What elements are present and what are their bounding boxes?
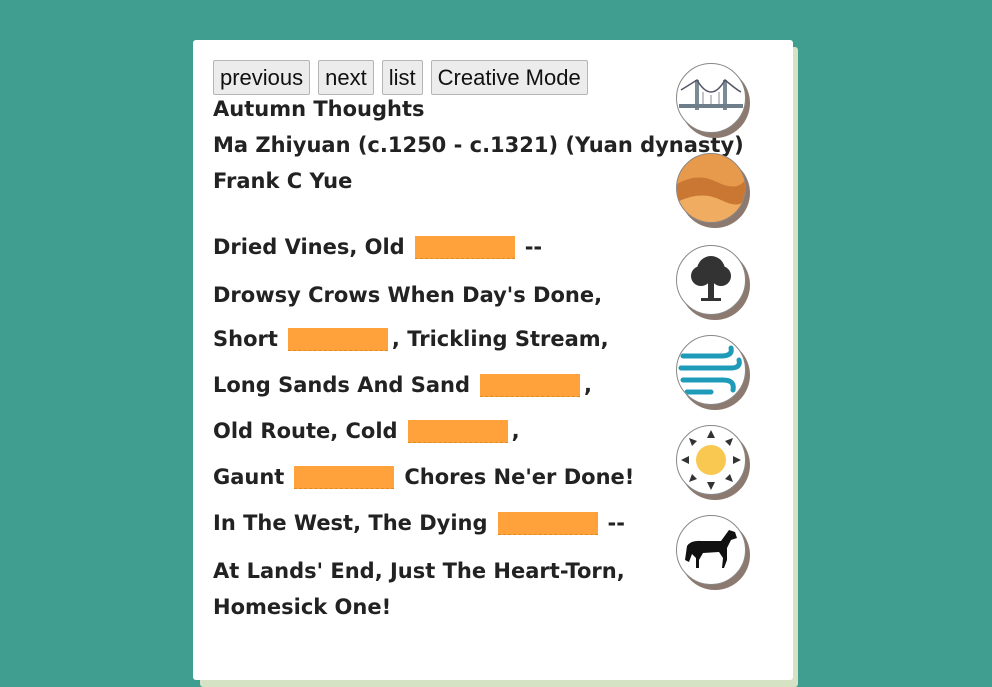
- poem-line-9: Homesick One!: [213, 595, 392, 619]
- next-button[interactable]: next: [318, 60, 374, 95]
- line-text: ,: [584, 373, 592, 397]
- poem-line-2: Drowsy Crows When Day's Done,: [213, 283, 603, 307]
- poem-line-4: Long Sands And Sand ,: [213, 373, 592, 397]
- answer-blank-6[interactable]: [497, 511, 598, 535]
- poem-line-7: In The West, The Dying --: [213, 511, 625, 535]
- line-text: Long Sands And Sand: [213, 373, 471, 397]
- poem-title: Autumn Thoughts: [213, 97, 425, 121]
- poem-author: Ma Zhiyuan (c.1250 - c.1321) (Yuan dynas…: [213, 133, 744, 157]
- line-text: In The West, The Dying: [213, 511, 488, 535]
- line-text: , Trickling Stream,: [391, 327, 609, 351]
- poem-line-8: At Lands' End, Just The Heart-Torn,: [213, 559, 625, 583]
- answer-blank-4[interactable]: [407, 419, 508, 443]
- list-button[interactable]: list: [381, 60, 423, 95]
- answer-blank-5[interactable]: [294, 465, 395, 489]
- line-text: Gaunt: [213, 465, 285, 489]
- poem-line-3: Short , Trickling Stream,: [213, 327, 609, 351]
- line-text: Old Route, Cold: [213, 419, 398, 443]
- line-text: Chores Ne'er Done!: [404, 465, 635, 489]
- line-text: --: [607, 511, 625, 535]
- poem-card: previous next list Creative Mode Autumn …: [193, 40, 793, 680]
- poem-line-5: Old Route, Cold ,: [213, 419, 520, 443]
- creative-mode-button[interactable]: Creative Mode: [430, 60, 588, 95]
- tree-icon[interactable]: [676, 245, 746, 315]
- poem-translator: Frank C Yue: [213, 169, 353, 193]
- line-text: --: [524, 235, 543, 259]
- poem-line-1: Dried Vines, Old --: [213, 235, 542, 259]
- answer-blank-1[interactable]: [414, 235, 515, 259]
- answer-blank-3[interactable]: [480, 373, 581, 397]
- horse-icon[interactable]: [676, 515, 746, 585]
- bridge-icon[interactable]: [676, 63, 746, 133]
- poem-line-6: Gaunt Chores Ne'er Done!: [213, 465, 634, 489]
- line-text: Short: [213, 327, 278, 351]
- previous-button[interactable]: previous: [213, 60, 311, 95]
- wind-icon[interactable]: [676, 335, 746, 405]
- sun-icon[interactable]: [676, 425, 746, 495]
- nav-bar: previous next list Creative Mode: [213, 60, 588, 95]
- line-text: Dried Vines, Old: [213, 235, 405, 259]
- line-text: ,: [511, 419, 520, 443]
- desert-dunes-icon[interactable]: [676, 153, 746, 223]
- answer-blank-2[interactable]: [287, 327, 388, 351]
